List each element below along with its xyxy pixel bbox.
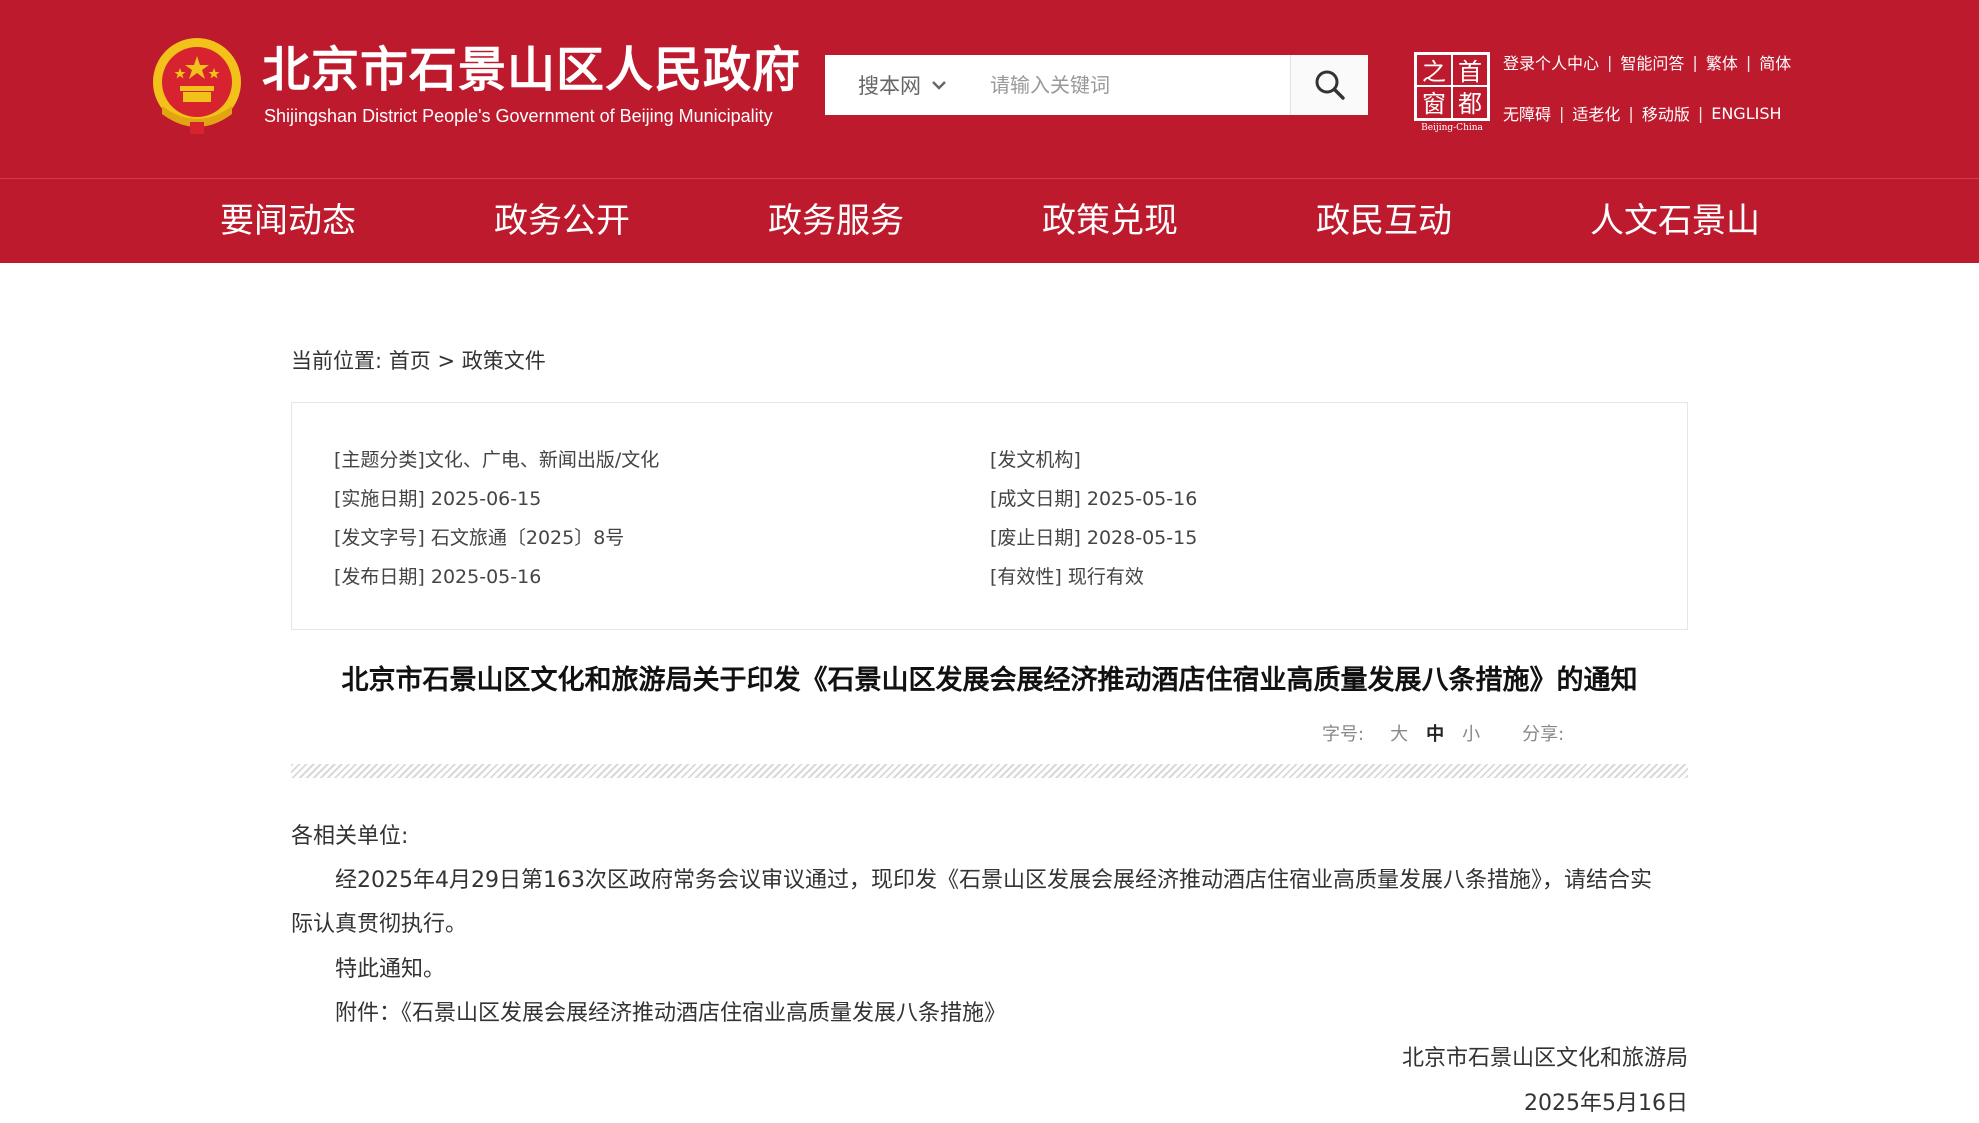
link-separator: |: [1745, 52, 1752, 72]
document-title: 北京市石景山区文化和旅游局关于印发《石景山区发展会展经济推动酒店住宿业高质量发展…: [341, 665, 1638, 696]
search-icon: [1315, 70, 1345, 100]
breadcrumb-prefix: 当前位置:: [291, 349, 383, 373]
font-size-label: 字号:: [1322, 724, 1365, 745]
search-scope-dropdown[interactable]: 搜本网: [825, 55, 980, 115]
nav-item-gov-services[interactable]: 政务服务: [768, 179, 904, 264]
meta-topic: [主题分类]文化、广电、新闻出版/文化: [334, 449, 660, 471]
capital-logo-char: 都: [1458, 90, 1482, 118]
top-links-row2: 无障碍 | 适老化 | 移动版 | ENGLISH: [1503, 101, 1782, 125]
site-header: 北京市石景山区人民政府 Shijingshan District People'…: [0, 0, 1979, 178]
link-accessibility[interactable]: 无障碍: [1503, 101, 1551, 125]
link-mobile[interactable]: 移动版: [1642, 101, 1690, 125]
nav-item-policy[interactable]: 政策兑现: [1042, 179, 1178, 264]
breadcrumb-current[interactable]: 政策文件: [462, 349, 546, 373]
capital-logo-char: 首: [1458, 58, 1482, 86]
link-traditional[interactable]: 繁体: [1706, 50, 1738, 74]
meta-effective-date: [实施日期] 2025-06-15: [334, 488, 542, 510]
nav-item-gov-affairs[interactable]: 政务公开: [494, 179, 630, 264]
signature-date: 2025年5月16日: [1524, 1091, 1688, 1116]
meta-publish-date: [发布日期] 2025-05-16: [334, 566, 542, 588]
font-size-large-button[interactable]: 大: [1390, 720, 1408, 746]
link-separator: |: [1559, 103, 1565, 123]
link-separator: |: [1692, 52, 1698, 72]
share-label[interactable]: 分享:: [1522, 720, 1564, 746]
link-separator: |: [1607, 52, 1613, 72]
search-button[interactable]: [1290, 55, 1368, 115]
link-smart-qa[interactable]: 智能问答: [1620, 50, 1684, 74]
link-english[interactable]: ENGLISH: [1711, 104, 1781, 123]
salutation: 各相关单位:: [291, 824, 409, 849]
link-separator: |: [1697, 103, 1704, 123]
link-elderly-mode[interactable]: 适老化: [1572, 101, 1620, 125]
capital-logo-caption: Beijing-China: [1421, 123, 1483, 132]
font-size-medium-button[interactable]: 中: [1426, 720, 1444, 746]
main-nav: 要闻动态 政务公开 政务服务 政策兑现 政民互动 人文石景山: [0, 178, 1979, 263]
document-meta-box: [主题分类]文化、广电、新闻出版/文化 [发文机构] [实施日期] 2025-0…: [291, 402, 1688, 630]
chevron-down-icon: [932, 81, 946, 90]
breadcrumb: 当前位置: 首页 > 政策文件: [291, 345, 546, 375]
top-links-row1: 登录个人中心 | 智能问答 | 繁体 | 简体: [1503, 50, 1791, 74]
link-simplified[interactable]: 简体: [1759, 50, 1791, 74]
paragraph-1-line-1: 经2025年4月29日第163次区政府常务会议审议通过，现印发《石景山区发展会展…: [335, 868, 1652, 893]
meta-issuer: [发文机构]: [990, 449, 1081, 471]
meta-written-date: [成文日期] 2025-05-16: [990, 488, 1198, 510]
link-personal-center[interactable]: 登录个人中心: [1503, 50, 1599, 74]
nav-item-interaction[interactable]: 政民互动: [1316, 179, 1452, 264]
link-separator: |: [1628, 103, 1634, 123]
search-bar: 搜本网: [825, 55, 1368, 115]
breadcrumb-separator: >: [437, 349, 456, 373]
breadcrumb-home[interactable]: 首页: [389, 349, 431, 373]
meta-doc-number: [发文字号] 石文旅通〔2025〕8号: [334, 527, 625, 549]
search-input[interactable]: [980, 55, 1290, 115]
font-size-small-button[interactable]: 小: [1462, 720, 1480, 746]
capital-logo-char: 之: [1422, 58, 1446, 86]
capital-logo-char: 窗: [1422, 90, 1446, 118]
capital-window-logo[interactable]: 首 都 之 窗 Beijing-China: [1414, 52, 1490, 132]
site-subtitle: Shijingshan District People's Government…: [264, 106, 773, 126]
meta-expiry-date: [废止日期] 2028-05-15: [990, 527, 1198, 549]
nav-item-culture[interactable]: 人文石景山: [1590, 179, 1760, 264]
paragraph-1-line-2: 际认真贯彻执行。: [291, 912, 468, 937]
signature-org: 北京市石景山区文化和旅游局: [1401, 1046, 1688, 1071]
site-title[interactable]: 北京市石景山区人民政府: [262, 40, 801, 100]
font-size-tools: 字号: 大 中 小 分享:: [1322, 720, 1564, 746]
paragraph-2: 特此通知。: [335, 957, 446, 982]
search-scope-label: 搜本网: [858, 74, 921, 98]
attachment-link[interactable]: 附件：《石景山区发展会展经济推动酒店住宿业高质量发展八条措施》: [335, 995, 1006, 1027]
nav-item-news[interactable]: 要闻动态: [220, 179, 356, 264]
hatched-divider: [291, 764, 1688, 778]
national-emblem-icon: [153, 38, 241, 134]
meta-validity: [有效性] 现行有效: [990, 566, 1144, 588]
